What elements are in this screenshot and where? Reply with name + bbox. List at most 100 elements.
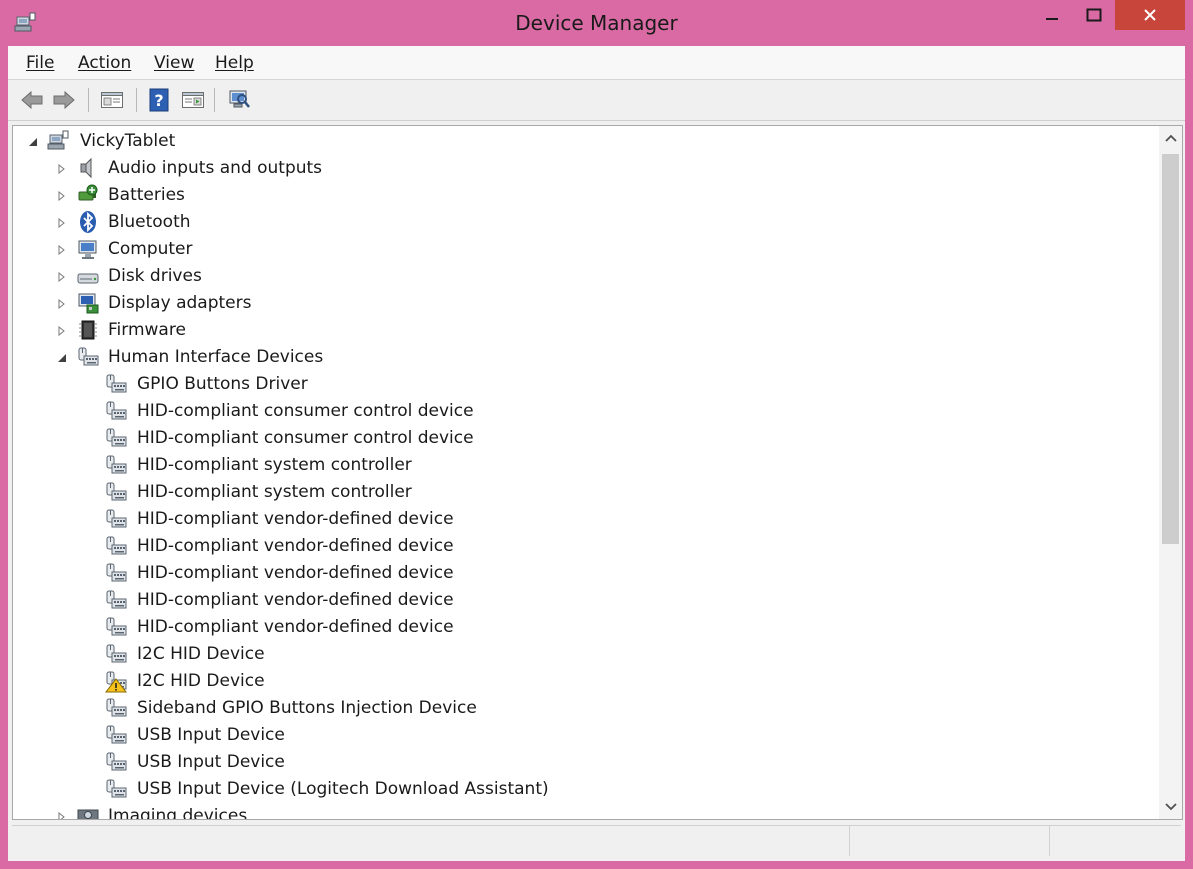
tree-row-category-6[interactable]: Firmware [13, 317, 1153, 344]
hid-icon [76, 345, 100, 369]
expand-arrow-icon[interactable] [56, 190, 68, 202]
scrollbar-thumb[interactable] [1162, 154, 1179, 544]
title-bar[interactable]: Device Manager [0, 0, 1193, 46]
hid-icon [104, 588, 128, 612]
expand-arrow-icon[interactable] [56, 244, 68, 256]
tree-node-label: HID-compliant consumer control device [137, 428, 474, 448]
tree-node-label: HID-compliant system controller [137, 482, 412, 502]
tree-node-label: USB Input Device [137, 752, 285, 772]
help-icon: ? [149, 88, 169, 112]
menu-help[interactable]: Help [215, 53, 254, 73]
computer-icon [76, 237, 100, 261]
tree-node-label: HID-compliant vendor-defined device [137, 509, 454, 529]
scan-hardware-button[interactable] [225, 86, 253, 114]
chevron-down-icon [1164, 803, 1177, 811]
tree-row-category-1[interactable]: Batteries [13, 182, 1153, 209]
tree-row-category-next[interactable]: Imaging devices [13, 803, 1153, 820]
menu-view[interactable]: View [154, 53, 194, 73]
minimize-button[interactable] [1032, 0, 1072, 30]
tree-row-category-7[interactable]: Human Interface Devices [13, 344, 1153, 371]
tree-row-hid-device-3[interactable]: HID-compliant system controller [13, 452, 1153, 479]
hid-icon [104, 723, 128, 747]
menu-file[interactable]: File [26, 53, 54, 73]
show-hide-console-tree-button[interactable] [98, 86, 126, 114]
hid-icon [104, 372, 128, 396]
close-button[interactable] [1115, 0, 1185, 30]
expand-arrow-icon[interactable] [56, 271, 68, 283]
tree-row-hid-device-8[interactable]: HID-compliant vendor-defined device [13, 587, 1153, 614]
hid-icon [104, 750, 128, 774]
tree-row-hid-device-9[interactable]: HID-compliant vendor-defined device [13, 614, 1153, 641]
tree-row-category-2[interactable]: Bluetooth [13, 209, 1153, 236]
tree-node-label: Firmware [108, 320, 186, 340]
show-hide-console-tree-icon [101, 92, 123, 108]
window-title: Device Manager [515, 11, 678, 35]
tree-row-hid-device-15[interactable]: USB Input Device (Logitech Download Assi… [13, 776, 1153, 803]
forward-button[interactable] [50, 86, 78, 114]
hid-icon [104, 534, 128, 558]
tree-row-hid-device-1[interactable]: HID-compliant consumer control device [13, 398, 1153, 425]
status-pane-2 [849, 826, 1050, 856]
tree-row-hid-device-11[interactable]: I2C HID Device [13, 668, 1153, 695]
tree-row-hid-device-12[interactable]: Sideband GPIO Buttons Injection Device [13, 695, 1153, 722]
tree-node-label: GPIO Buttons Driver [137, 374, 308, 394]
tree-node-label: Imaging devices [108, 806, 248, 820]
back-button[interactable] [18, 86, 46, 114]
hid-icon [104, 615, 128, 639]
tree-node-label: Sideband GPIO Buttons Injection Device [137, 698, 477, 718]
tree-row-hid-device-4[interactable]: HID-compliant system controller [13, 479, 1153, 506]
hid-icon [104, 399, 128, 423]
tree-root[interactable]: VickyTablet [13, 128, 1153, 155]
device-tree[interactable]: VickyTablet Audio inputs and outputs Batt… [12, 125, 1183, 820]
speaker-icon [76, 156, 100, 180]
expand-arrow-icon[interactable] [56, 298, 68, 310]
tree-row-hid-device-5[interactable]: HID-compliant vendor-defined device [13, 506, 1153, 533]
tree-row-hid-device-14[interactable]: USB Input Device [13, 749, 1153, 776]
hid-warning-icon [104, 669, 128, 693]
minimize-icon [1046, 18, 1058, 20]
tree-node-label: Audio inputs and outputs [108, 158, 323, 178]
forward-arrow-icon [53, 90, 75, 110]
tree-row-hid-device-13[interactable]: USB Input Device [13, 722, 1153, 749]
tree-node-label: HID-compliant consumer control device [137, 401, 474, 421]
tree-row-hid-device-2[interactable]: HID-compliant consumer control device [13, 425, 1153, 452]
tree-row-category-0[interactable]: Audio inputs and outputs [13, 155, 1153, 182]
hid-icon [104, 561, 128, 585]
tree-node-label: Human Interface Devices [108, 347, 324, 367]
collapse-arrow-icon[interactable] [56, 352, 68, 364]
toolbar-separator [88, 88, 89, 112]
hid-icon [104, 642, 128, 666]
tree-row-category-4[interactable]: Disk drives [13, 263, 1153, 290]
hid-icon [104, 426, 128, 450]
menu-action[interactable]: Action [78, 53, 131, 73]
tree-node-label: USB Input Device (Logitech Download Assi… [137, 779, 549, 799]
hid-icon [104, 507, 128, 531]
display-adapter-icon [76, 291, 100, 315]
expand-arrow-icon[interactable] [56, 811, 68, 819]
tree-row-hid-device-10[interactable]: I2C HID Device [13, 641, 1153, 668]
scroll-up-button[interactable] [1159, 126, 1182, 150]
tree-row-category-5[interactable]: Display adapters [13, 290, 1153, 317]
tree-row-hid-device-7[interactable]: HID-compliant vendor-defined device [13, 560, 1153, 587]
expand-arrow-icon[interactable] [56, 325, 68, 337]
expand-arrow-icon[interactable] [56, 163, 68, 175]
collapse-arrow-icon[interactable] [27, 136, 39, 148]
tree-row-hid-device-0[interactable]: GPIO Buttons Driver [13, 371, 1153, 398]
tree-node-label: Bluetooth [108, 212, 191, 232]
chevron-up-icon [1164, 134, 1177, 142]
tree-row-category-3[interactable]: Computer [13, 236, 1153, 263]
tree-node-label: I2C HID Device [137, 671, 265, 691]
toolbar-separator [136, 88, 137, 112]
help-button[interactable]: ? [145, 86, 173, 114]
expand-arrow-icon[interactable] [56, 217, 68, 229]
computer-icon [47, 129, 71, 153]
vertical-scrollbar[interactable] [1159, 126, 1182, 819]
tree-node-label: Disk drives [108, 266, 202, 286]
battery-icon [76, 183, 100, 207]
properties-button[interactable] [179, 86, 207, 114]
bluetooth-icon [76, 210, 100, 234]
tree-row-hid-device-6[interactable]: HID-compliant vendor-defined device [13, 533, 1153, 560]
maximize-button[interactable] [1074, 0, 1114, 30]
tree-node-label: Display adapters [108, 293, 252, 313]
scroll-down-button[interactable] [1159, 795, 1182, 819]
